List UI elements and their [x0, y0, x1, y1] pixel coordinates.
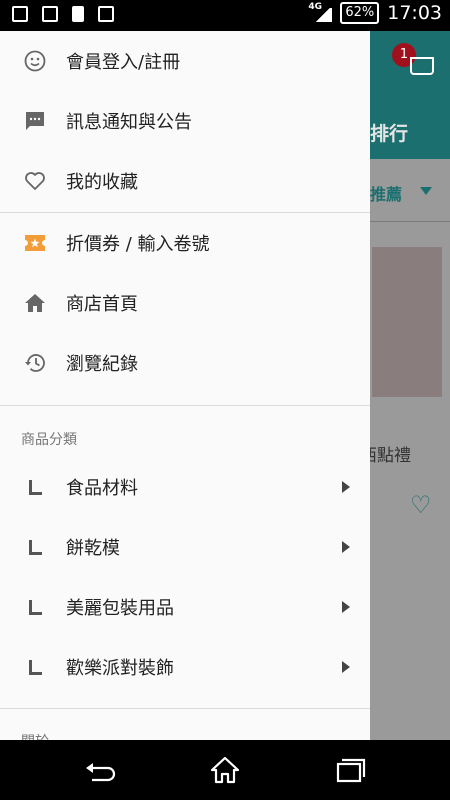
recent-apps-icon — [336, 758, 366, 783]
background-recommend-label: 推薦 — [370, 185, 403, 204]
category-item-food-materials[interactable]: 食品材料 — [0, 457, 370, 517]
subitem-corner-icon — [29, 599, 42, 615]
home-outline-icon — [210, 756, 240, 784]
clock: 17:03 — [387, 2, 442, 24]
menu-item-label: 折價券 / 輸入卷號 — [66, 234, 210, 255]
menu-item-label: 我的收藏 — [66, 172, 138, 193]
menu-item-notifications[interactable]: 訊息通知與公告 — [0, 91, 370, 151]
image-icon — [98, 6, 114, 22]
background-divider — [370, 221, 450, 222]
dropdown-triangle-icon — [420, 187, 432, 195]
subitem-corner-icon — [29, 539, 42, 555]
menu-item-label: 商店首頁 — [66, 294, 138, 315]
menu-item-store-home[interactable]: 商店首頁 — [0, 273, 370, 333]
back-button[interactable] — [80, 752, 120, 788]
battery-indicator: 62% — [340, 2, 380, 24]
chevron-right-icon — [342, 661, 350, 673]
menu-item-label: 訊息通知與公告 — [66, 112, 192, 133]
background-title: 排行 — [370, 123, 409, 145]
history-icon — [23, 351, 47, 375]
category-item-party-decor[interactable]: 歡樂派對裝飾 — [0, 637, 370, 697]
coupon-icon — [23, 231, 47, 255]
signal-icon: 4G — [308, 2, 333, 24]
cart-icon — [410, 57, 434, 75]
chevron-right-icon — [342, 541, 350, 553]
category-item-cookie-molds[interactable]: 餅乾模 — [0, 517, 370, 577]
category-item-label: 美麗包裝用品 — [66, 598, 174, 619]
status-left-icons — [12, 6, 114, 22]
smiley-icon — [23, 49, 47, 73]
recent-apps-button[interactable] — [330, 752, 370, 788]
menu-item-coupon[interactable]: 折價券 / 輸入卷號 — [0, 213, 370, 273]
subitem-corner-icon — [29, 479, 42, 495]
screen-mirror-icon — [42, 6, 58, 22]
menu-item-favorites[interactable]: 我的收藏 — [0, 151, 370, 211]
background-product-image — [372, 247, 442, 397]
category-item-label: 歡樂派對裝飾 — [66, 658, 174, 679]
category-item-label: 食品材料 — [66, 478, 138, 499]
divider — [0, 405, 370, 406]
usb-icon — [12, 6, 28, 22]
subitem-corner-icon — [29, 659, 42, 675]
message-icon — [23, 109, 47, 133]
category-section-title: 商品分類 — [21, 432, 77, 448]
chevron-right-icon — [342, 481, 350, 493]
navigation-drawer: 會員登入/註冊 訊息通知與公告 我的收藏 折價券 / 輸入卷號 商店首頁 瀏覽紀… — [0, 31, 370, 740]
status-right: 4G 62% 17:03 — [308, 2, 442, 24]
about-section-title: 關於 — [21, 731, 49, 740]
favorite-heart-icon: ♡ — [410, 491, 432, 519]
category-item-label: 餅乾模 — [66, 538, 120, 559]
menu-item-label: 瀏覽紀錄 — [66, 354, 138, 375]
system-nav-bar — [0, 740, 450, 800]
status-bar: 4G 62% 17:03 — [0, 0, 450, 31]
heart-icon — [23, 169, 47, 193]
phone-icon — [72, 6, 84, 22]
category-item-packaging[interactable]: 美麗包裝用品 — [0, 577, 370, 637]
menu-item-label: 會員登入/註冊 — [66, 52, 181, 73]
menu-item-login[interactable]: 會員登入/註冊 — [0, 31, 370, 91]
back-arrow-icon — [86, 763, 116, 782]
home-icon — [23, 291, 47, 315]
home-button[interactable] — [205, 752, 245, 788]
menu-item-history[interactable]: 瀏覽紀錄 — [0, 333, 370, 393]
divider — [0, 708, 370, 709]
chevron-right-icon — [342, 601, 350, 613]
